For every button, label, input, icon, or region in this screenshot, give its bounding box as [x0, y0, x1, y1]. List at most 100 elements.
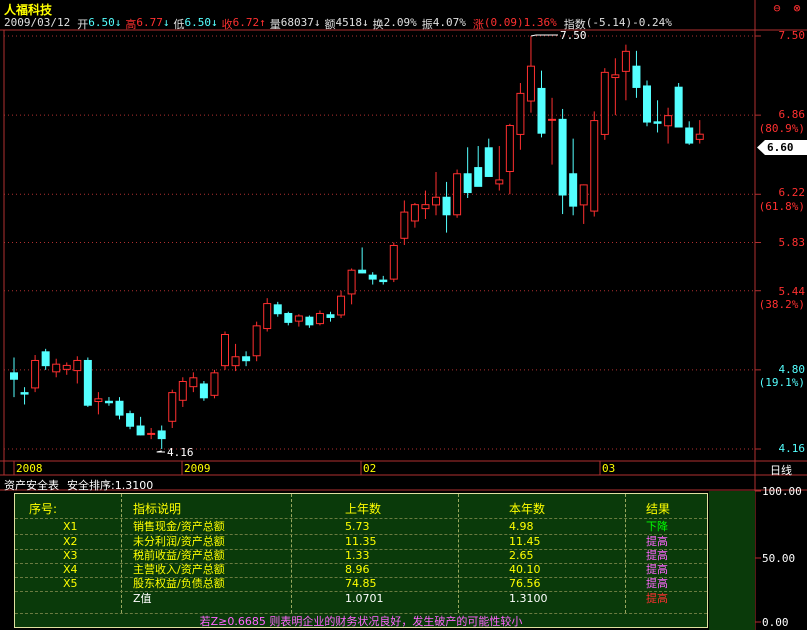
period-selector[interactable]: 日线 — [770, 462, 792, 478]
candle-body — [157, 430, 166, 440]
candle-body — [210, 372, 219, 396]
candle-body — [432, 196, 440, 206]
change-pct: 1.36% — [523, 16, 557, 29]
amplitude-label: 振 — [421, 18, 433, 31]
row-result: 提高 — [646, 563, 668, 576]
candle-body — [537, 87, 546, 134]
quote-date: 2009/03/12 — [4, 16, 71, 29]
candle-body — [558, 118, 567, 196]
open-label: 开 — [77, 18, 89, 31]
table-row-zscore: Z值 1.0701 1.3100 提高 — [15, 593, 707, 605]
down-arrow-icon: ↓ — [114, 16, 122, 29]
row-cur: 4.98 — [509, 520, 534, 533]
candle-body — [632, 65, 641, 88]
row-desc: 未分利润/资产总额 — [133, 535, 225, 548]
row-prev: 11.35 — [345, 535, 377, 548]
high-annotation: 7.50 — [560, 29, 587, 42]
table-row: X1 销售现金/资产总额 5.73 4.98 下降 — [15, 521, 707, 533]
turnover-value: 2.09% — [383, 16, 417, 29]
row-result: 下降 — [646, 520, 668, 533]
row-result: 提高 — [646, 577, 668, 590]
row-cur: 40.10 — [509, 563, 541, 576]
row-cur: 76.56 — [509, 577, 541, 590]
price-label: 7.50 — [778, 29, 806, 42]
candle-body — [147, 432, 156, 435]
candle-body — [62, 364, 71, 370]
candle-body — [516, 92, 525, 135]
price-label: 4.16 — [778, 442, 806, 455]
candle-body — [611, 74, 620, 79]
low-annotation: 4.16 — [167, 446, 194, 459]
candle-body — [347, 269, 356, 295]
candle-body — [410, 204, 419, 222]
restore-button[interactable]: ⊖ — [769, 1, 785, 15]
candle-body — [463, 173, 472, 194]
candle-body — [31, 359, 40, 389]
header-desc: 指标说明 — [133, 502, 182, 516]
row-result: 提高 — [646, 535, 668, 548]
close-button[interactable]: ⊗ — [789, 1, 805, 15]
candle-body — [590, 120, 599, 212]
row-desc: 销售现金/资产总额 — [133, 520, 225, 533]
panel-scale-label: 0.00 — [762, 616, 789, 629]
row-desc: 主营收入/资产总额 — [133, 563, 225, 576]
candle-body — [284, 312, 293, 323]
candle-body — [526, 65, 535, 102]
row-result: 提高 — [646, 592, 668, 605]
row-prev: 74.85 — [345, 577, 377, 590]
candle-body — [653, 121, 662, 124]
candle-body — [442, 196, 451, 216]
candle-body — [221, 334, 229, 367]
candle-body — [358, 269, 367, 274]
candle-body — [52, 363, 61, 373]
candle-body — [569, 173, 578, 207]
candle-body — [643, 85, 651, 123]
candle-body — [379, 279, 388, 283]
candle-body — [168, 392, 177, 422]
candle-body — [548, 118, 557, 121]
amount-value: 4518 — [335, 16, 362, 29]
candle-body — [10, 372, 18, 380]
close-value: 6.72 — [232, 16, 260, 29]
price-label: 5.44 — [778, 285, 806, 298]
date-label: 03 — [602, 462, 616, 475]
row-cur: 1.3100 — [509, 592, 548, 605]
fib-label: (19.1%) — [758, 376, 805, 389]
down-arrow-icon: ↓ — [210, 16, 218, 29]
row-idx: X1 — [63, 520, 78, 533]
candle-body — [294, 315, 303, 322]
row-idx: X4 — [63, 563, 78, 576]
date-label: 2009 — [184, 462, 211, 475]
date-label: 2008 — [16, 462, 43, 475]
candle-body — [685, 127, 694, 144]
panel-bar-area — [709, 491, 755, 630]
turnover-label: 换 — [372, 18, 384, 31]
amount-label: 额 — [324, 18, 336, 31]
candle-body — [273, 304, 282, 315]
candle-body — [104, 400, 113, 404]
fib-label: (61.8%) — [758, 200, 805, 213]
row-desc: 股东权益/负债总额 — [133, 577, 225, 590]
candle-body — [474, 167, 483, 187]
candle-body — [199, 383, 208, 399]
candle-body — [695, 133, 704, 140]
amplitude-value: 4.07% — [432, 16, 466, 29]
candle-body — [389, 244, 398, 280]
candle-body — [400, 211, 409, 239]
panel-scale-label: 50.00 — [762, 552, 796, 565]
table-row: X4 主营收入/资产总额 8.96 40.10 提高 — [15, 564, 707, 576]
low-leader — [156, 450, 165, 453]
fib-label: (80.9%) — [758, 122, 805, 135]
open-value: 6.50 — [88, 16, 115, 29]
candle-body — [484, 147, 493, 177]
price-label: 6.22 — [778, 186, 806, 199]
row-prev: 1.33 — [345, 549, 370, 562]
row-idx: X5 — [63, 577, 78, 590]
candle-body — [368, 274, 377, 280]
volume-value: 68037 — [280, 16, 314, 29]
price-label: 4.80 — [778, 363, 806, 376]
low-value: 6.50 — [184, 16, 211, 29]
row-result: 提高 — [646, 549, 668, 562]
row-idx: X2 — [63, 535, 78, 548]
panel-scale-label: 100.00 — [762, 485, 802, 498]
